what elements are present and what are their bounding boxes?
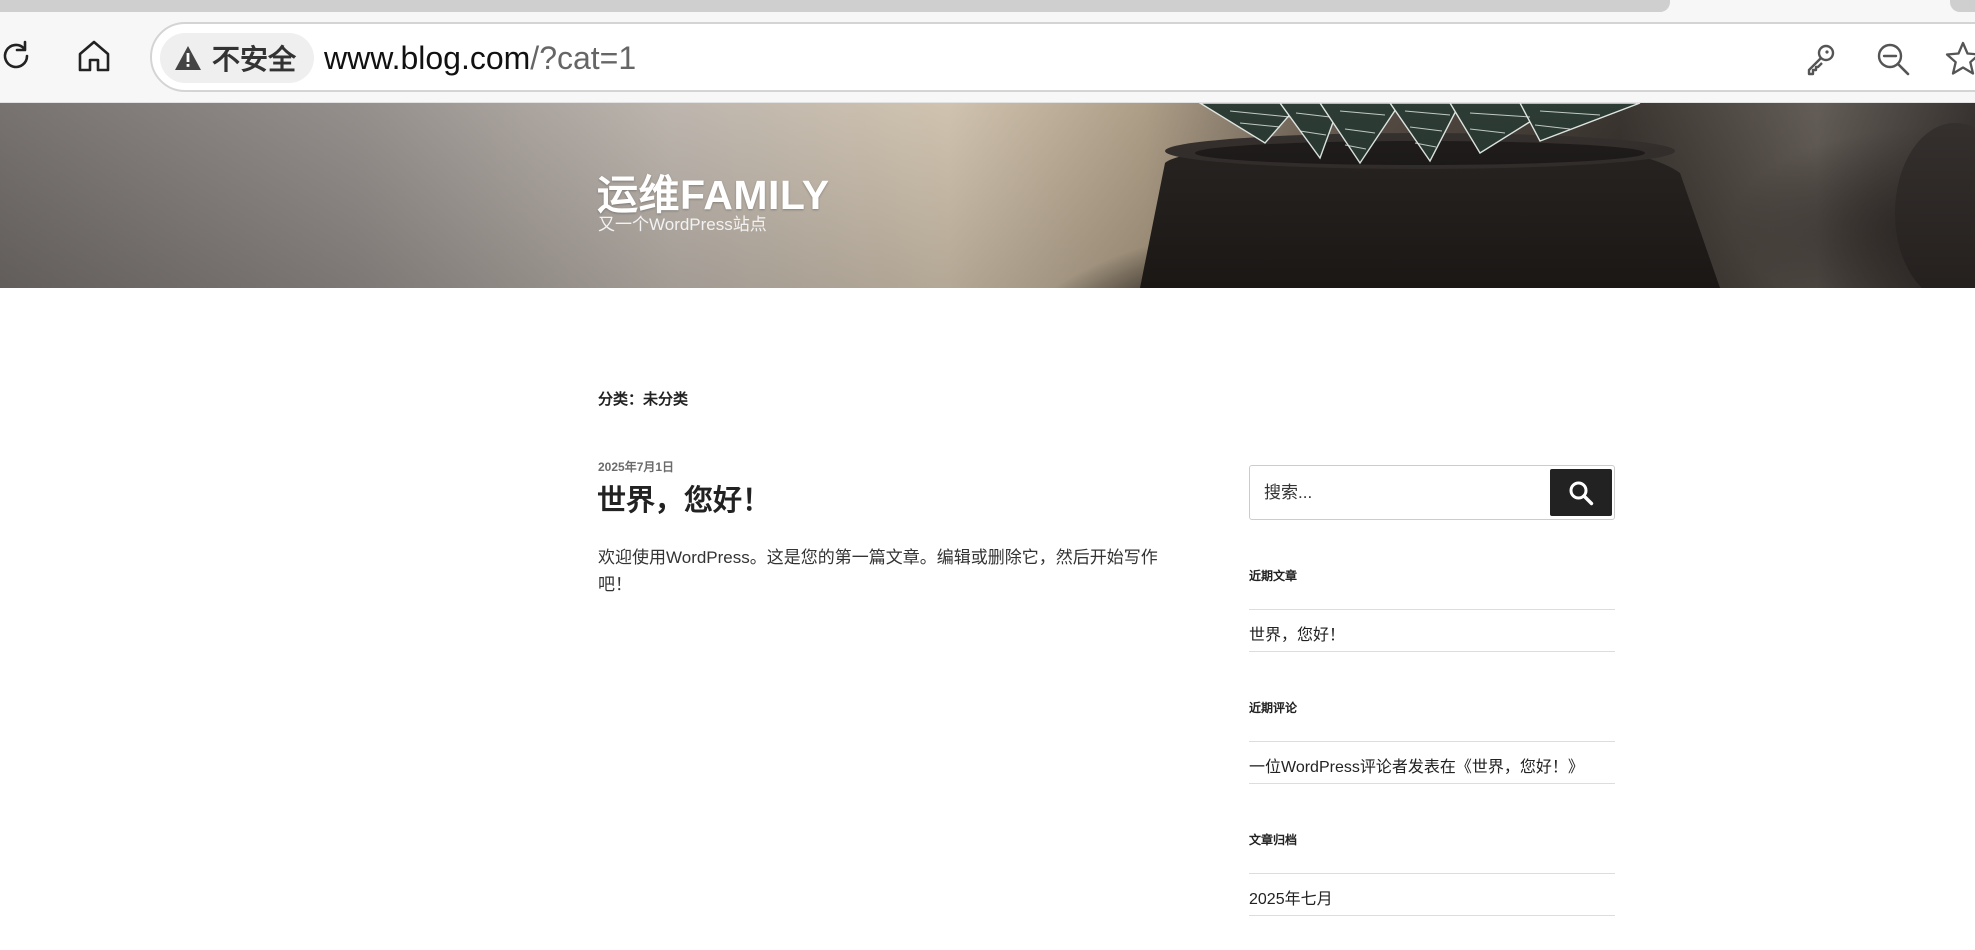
home-button[interactable] <box>72 34 116 78</box>
url-text[interactable]: www.blog.com/?cat=1 <box>324 38 636 78</box>
recent-post-link[interactable]: 世界，您好！ <box>1249 621 1345 645</box>
bookmark-button[interactable] <box>1944 40 1975 78</box>
home-icon <box>78 40 110 72</box>
recent-posts-list: 世界，您好！ <box>1249 609 1615 652</box>
search-button[interactable] <box>1550 469 1612 516</box>
recent-posts-title: 近期文章 <box>1249 569 1298 583</box>
security-indicator[interactable]: 不安全 <box>160 33 315 83</box>
url-host: www.blog.com <box>324 40 531 76</box>
key-icon <box>1807 44 1835 76</box>
zoom-out-icon <box>1877 43 1910 76</box>
recent-comments-list: 一位WordPress评论者发表在《世界，您好！》 <box>1249 741 1615 784</box>
warning-icon <box>174 45 202 71</box>
archive-title: 分类：未分类 <box>598 391 689 408</box>
search-icon <box>1569 481 1594 505</box>
recent-comments-title: 近期评论 <box>1249 701 1298 715</box>
post-excerpt: 欢迎使用WordPress。这是您的第一篇文章。编辑或删除它，然后开始写作吧！ <box>598 548 1158 594</box>
post-title[interactable]: 世界，您好！ <box>597 477 771 519</box>
search-form <box>1249 465 1615 520</box>
archive-month-link[interactable]: 2025年七月 <box>1249 885 1333 909</box>
tab-strip-edge <box>1950 0 1975 12</box>
browser-toolbar: 不安全 www.blog.com/?cat=1 <box>0 0 1975 103</box>
post-date[interactable]: 2025年7月1日 <box>598 458 674 475</box>
recent-comment-link[interactable]: 一位WordPress评论者发表在《世界，您好！》 <box>1249 753 1584 777</box>
site-tagline: 又一个WordPress站点 <box>598 215 767 234</box>
search-input[interactable] <box>1252 468 1532 517</box>
address-bar[interactable]: 不安全 www.blog.com/?cat=1 <box>150 22 1975 92</box>
archives-list: 2025年七月 <box>1249 873 1615 916</box>
url-path: /?cat=1 <box>530 40 637 76</box>
header-overlay <box>0 103 1975 288</box>
reload-icon <box>3 40 29 69</box>
password-key-button[interactable] <box>1802 40 1840 78</box>
star-icon <box>1945 41 1975 75</box>
archives-title: 文章归档 <box>1249 833 1298 847</box>
tab-strip <box>0 0 1670 12</box>
site-header: 运维FAMILY 又一个WordPress站点 <box>0 103 1975 288</box>
security-label: 不安全 <box>212 44 297 75</box>
zoom-out-button[interactable] <box>1874 40 1912 78</box>
reload-button[interactable] <box>0 34 38 78</box>
